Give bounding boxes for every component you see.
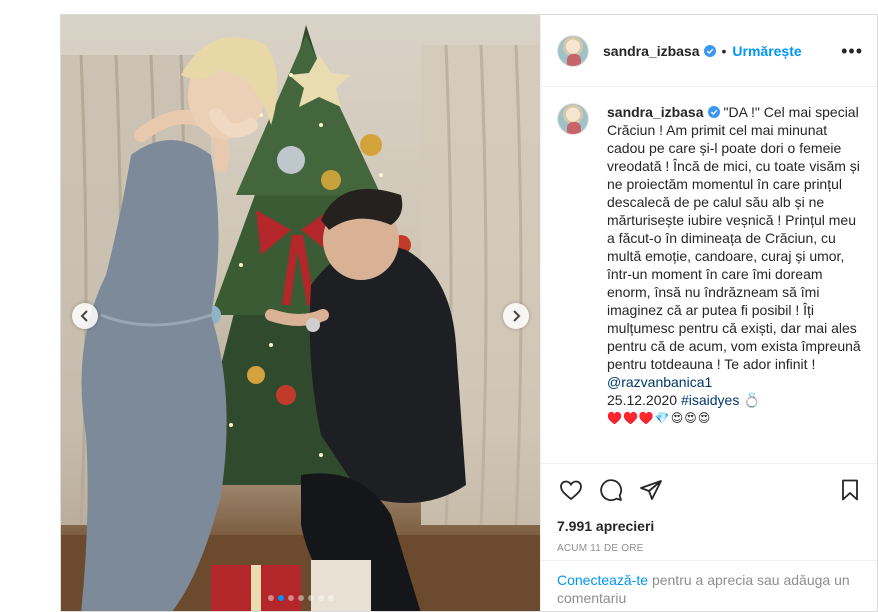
comment-icon bbox=[600, 479, 623, 502]
post-header: sandra_izbasa • Urmărește ••• bbox=[541, 15, 877, 87]
share-icon bbox=[640, 480, 662, 500]
post-side-panel: sandra_izbasa • Urmărește ••• sandra_izb… bbox=[540, 15, 877, 611]
post-actions: 7.991 aprecieri ACUM 11 DE ORE bbox=[541, 463, 877, 554]
ring-emoji: 💍 bbox=[743, 392, 761, 408]
share-button[interactable] bbox=[637, 476, 665, 504]
save-button[interactable] bbox=[836, 476, 864, 504]
caption-username[interactable]: sandra_izbasa bbox=[607, 104, 704, 120]
like-button[interactable] bbox=[557, 476, 585, 504]
comments-section: sandra_izbasa "DA !" Cel mai special Crăc… bbox=[541, 87, 877, 463]
action-icons-row bbox=[557, 474, 864, 506]
more-options-icon[interactable]: ••• bbox=[841, 42, 863, 60]
carousel-dot bbox=[277, 595, 284, 601]
heart-icon bbox=[560, 480, 582, 501]
follow-button[interactable]: Urmărește bbox=[732, 43, 801, 59]
caption-avatar[interactable] bbox=[557, 103, 589, 135]
post-caption: sandra_izbasa "DA !" Cel mai special Crăc… bbox=[607, 103, 862, 463]
carousel-dot bbox=[317, 595, 324, 601]
proposal-photo-scene bbox=[61, 25, 540, 611]
carousel-indicator bbox=[61, 595, 540, 601]
carousel-dot bbox=[327, 595, 334, 601]
carousel-prev-button[interactable] bbox=[72, 303, 98, 329]
verified-badge-icon bbox=[703, 44, 716, 57]
carousel-dot bbox=[307, 595, 314, 601]
login-link[interactable]: Conectează-te bbox=[557, 572, 648, 588]
post-photo[interactable] bbox=[61, 15, 540, 611]
chevron-right-icon bbox=[513, 310, 521, 322]
carousel-dot bbox=[267, 595, 274, 601]
login-prompt: Conectează-te pentru a aprecia sau adăug… bbox=[541, 560, 877, 611]
header-username[interactable]: sandra_izbasa bbox=[603, 43, 700, 59]
caption-date: 25.12.2020 bbox=[607, 392, 678, 408]
caption-emoji-line: ♥️♥️♥️💎😍😍😍 bbox=[607, 411, 712, 425]
carousel-dot bbox=[297, 595, 304, 601]
carousel-dot bbox=[287, 595, 294, 601]
bookmark-icon bbox=[842, 479, 858, 501]
caption-mention[interactable]: @razvanbanica1 bbox=[607, 374, 712, 390]
verified-badge-icon bbox=[707, 106, 720, 118]
carousel-next-button[interactable] bbox=[503, 303, 529, 329]
caption-text: "DA !" Cel mai special Crăciun ! Am prim… bbox=[607, 104, 861, 372]
comment-button[interactable] bbox=[597, 476, 625, 504]
post-timestamp[interactable]: ACUM 11 DE ORE bbox=[557, 543, 864, 554]
caption-hashtag[interactable]: #isaidyes bbox=[681, 392, 739, 408]
header-separator: • bbox=[721, 42, 727, 59]
avatar[interactable] bbox=[557, 34, 589, 67]
chevron-left-icon bbox=[80, 310, 88, 322]
likes-count[interactable]: 7.991 aprecieri bbox=[557, 518, 864, 534]
instagram-post: sandra_izbasa • Urmărește ••• sandra_izb… bbox=[60, 14, 878, 612]
